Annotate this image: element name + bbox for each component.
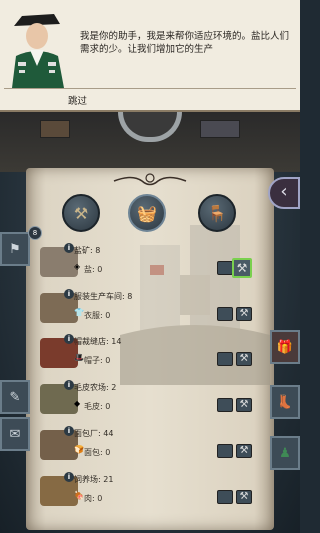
category-goods-button[interactable]: 🧺	[128, 194, 166, 232]
sell-button[interactable]	[217, 490, 233, 504]
side-character-button[interactable]: ♟	[270, 436, 300, 470]
resource-count: 肉: 0	[84, 494, 103, 503]
boot-icon: 👢	[276, 394, 294, 410]
info-icon[interactable]: i	[64, 472, 74, 482]
side-map-button[interactable]: ⚑	[0, 232, 30, 266]
scroll-icon: ✎	[9, 389, 21, 405]
resource-count: 毛皮: 0	[84, 402, 111, 411]
upgrade-hammer-button[interactable]: ⚒	[232, 258, 252, 278]
sell-button[interactable]	[217, 307, 233, 321]
info-icon[interactable]: i	[64, 334, 74, 344]
info-icon[interactable]: i	[64, 380, 74, 390]
back-button[interactable]: ‹	[268, 177, 300, 209]
character-icon: ♟	[279, 445, 291, 461]
upgrade-hammer-button[interactable]: ⚒	[236, 352, 252, 366]
salt-icon: ◈	[74, 262, 81, 271]
resource-count: 帽子: 0	[84, 356, 111, 365]
upgrade-hammer-button[interactable]: ⚒	[236, 444, 252, 458]
upgrade-hammer-button[interactable]: ⚒	[236, 490, 252, 504]
row-title: 面包厂: 44	[74, 429, 114, 438]
row-title: 帽裁缝店: 14	[74, 337, 122, 346]
advisor-dialog: 我是你的助手，我是来帮你适应环境的。盐比人们需求的少。让我们增加它的生产 跳过	[0, 0, 300, 112]
upgrade-hammer-button[interactable]: ⚒	[236, 307, 252, 321]
sell-button[interactable]	[217, 352, 233, 366]
resource-count: 面包: 0	[84, 448, 111, 457]
divider	[4, 88, 296, 89]
notification-badge: 8	[28, 226, 42, 240]
hat-icon: 🎩	[74, 353, 84, 362]
ornament-icon	[113, 173, 187, 186]
row-title: 服装生产车间: 8	[74, 292, 133, 301]
sell-button[interactable]	[217, 261, 233, 275]
gift-icon: 🎁	[276, 339, 294, 355]
resource-count: 盐: 0	[84, 265, 103, 274]
crossed-tools-icon: ⚒	[73, 203, 89, 223]
row-title: 毛皮农场: 2	[74, 383, 117, 392]
side-gift-button[interactable]: 🎁	[270, 330, 300, 364]
resource-count: 衣服: 0	[84, 311, 111, 320]
advisor-portrait	[4, 6, 70, 88]
side-boot-button[interactable]: 👢	[270, 385, 300, 419]
info-icon[interactable]: i	[64, 426, 74, 436]
goods-icon: 🧺	[137, 203, 157, 223]
row-title: 盐矿: 8	[74, 246, 101, 255]
skip-button[interactable]: 跳过	[68, 93, 87, 107]
clothes-icon: 👕	[74, 308, 84, 317]
dialog-message: 我是你的助手，我是来帮你适应环境的。盐比人们需求的少。让我们增加它的生产	[80, 31, 290, 55]
info-icon[interactable]: i	[64, 289, 74, 299]
category-tools-button[interactable]: ⚒	[62, 194, 100, 232]
envelope-icon: ✉	[9, 426, 21, 442]
map-icon: ⚑	[9, 241, 21, 257]
info-icon[interactable]: i	[64, 243, 74, 253]
upgrade-hammer-button[interactable]: ⚒	[236, 398, 252, 412]
bread-icon: 🍞	[74, 445, 84, 454]
row-title: 饲养场: 21	[74, 475, 114, 484]
meat-icon: 🍖	[74, 491, 84, 500]
sell-button[interactable]	[217, 398, 233, 412]
category-furniture-button[interactable]: 🪑	[198, 194, 236, 232]
fur-icon: ◆	[74, 399, 81, 408]
side-scroll-button[interactable]: ✎	[0, 380, 30, 414]
sell-button[interactable]	[217, 444, 233, 458]
furniture-icon: 🪑	[207, 203, 227, 223]
side-mail-button[interactable]: ✉	[0, 417, 30, 451]
